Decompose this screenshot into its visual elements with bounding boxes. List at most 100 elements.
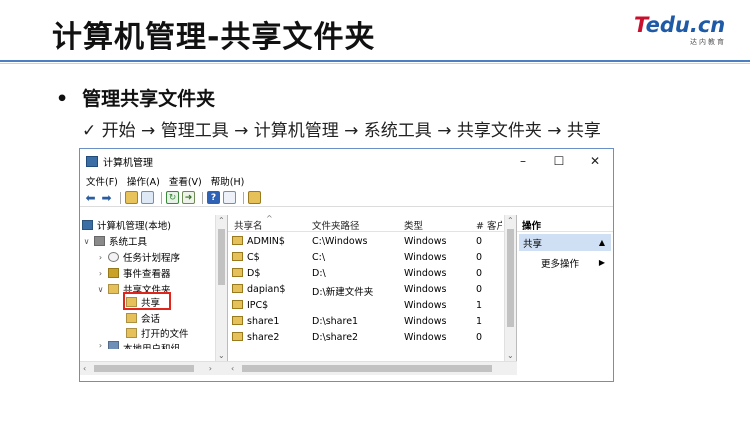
table-row[interactable]: D$ D:\ Windows 0 — [228, 266, 504, 282]
share-name: D$ — [247, 268, 261, 279]
column-clients[interactable]: # 客户 — [476, 218, 502, 232]
chevron-right-icon[interactable]: › — [96, 269, 105, 278]
list-vertical-scrollbar[interactable]: ⌃ ⌄ — [504, 215, 516, 361]
tree-label: 本地用户和组 — [123, 341, 180, 349]
scroll-down-icon[interactable]: ⌄ — [507, 351, 514, 360]
computer-management-icon — [86, 155, 98, 167]
list-header: 共享名 ^ 文件夹路径 类型 # 客户 — [228, 214, 504, 232]
chevron-right-icon[interactable]: › — [96, 341, 105, 349]
menu-file[interactable]: 文件(F) — [86, 174, 118, 188]
more-actions-label: 更多操作 — [541, 258, 580, 270]
share-name: C$ — [247, 252, 260, 263]
new-share-icon[interactable] — [248, 191, 261, 204]
column-folder-path[interactable]: 文件夹路径 — [312, 218, 360, 232]
menu-action[interactable]: 操作(A) — [127, 174, 160, 188]
share-path: D:\ — [312, 268, 326, 279]
tree-item-root[interactable]: 计算机管理(本地) — [82, 217, 171, 233]
window-titlebar: 计算机管理 – ☐ ✕ — [80, 149, 613, 173]
menu-help[interactable]: 帮助(H) — [211, 174, 245, 188]
tree-item-event-viewer[interactable]: › 事件查看器 — [96, 265, 171, 281]
bullet-dot-icon: • — [56, 88, 69, 110]
show-hide-tree-icon[interactable] — [141, 191, 154, 204]
shares-list: 共享名 ^ 文件夹路径 类型 # 客户 ADMIN$ C:\Windows Wi… — [228, 214, 517, 375]
maximize-button[interactable]: ☐ — [541, 154, 577, 168]
chevron-down-icon[interactable]: ∨ — [82, 237, 91, 246]
clock-icon — [108, 252, 119, 262]
tree-item-local-users[interactable]: › 本地用户和组 — [96, 341, 180, 349]
export-icon[interactable]: ➜ — [182, 191, 195, 204]
logo-text-blue: edu.cn — [645, 13, 726, 37]
share-clients: 1 — [476, 300, 483, 311]
collapse-up-icon[interactable]: ▲ — [599, 238, 605, 247]
scroll-left-icon[interactable]: ‹ — [231, 364, 234, 373]
actions-section-label: 共享 — [523, 238, 543, 250]
table-row[interactable]: share1 D:\share1 Windows 1 — [228, 314, 504, 330]
table-row[interactable]: dapian$ D:\新建文件夹 Windows 0 — [228, 282, 504, 298]
actions-section-shares[interactable]: 共享 ▲ — [519, 234, 611, 251]
title-divider — [0, 60, 750, 62]
share-name: dapian$ — [247, 284, 286, 295]
close-button[interactable]: ✕ — [577, 154, 613, 168]
scroll-up-icon[interactable]: ⌃ — [507, 216, 514, 225]
column-share-name[interactable]: 共享名 — [234, 218, 263, 232]
up-folder-icon[interactable] — [125, 191, 138, 204]
tree-item-task-scheduler[interactable]: › 任务计划程序 — [96, 249, 180, 265]
tedu-logo: Tedu.cn 达内教育 — [634, 14, 730, 50]
share-clients: 0 — [476, 268, 483, 279]
table-row[interactable]: ADMIN$ C:\Windows Windows 0 — [228, 234, 504, 250]
menu-view[interactable]: 查看(V) — [169, 174, 202, 188]
share-type: Windows — [404, 268, 447, 279]
tree-vertical-scrollbar[interactable]: ⌃ ⌄ — [215, 215, 227, 361]
list-horizontal-scrollbar[interactable]: ‹ — [228, 361, 517, 375]
help-icon[interactable]: ? — [207, 191, 220, 204]
tree-horizontal-scrollbar[interactable]: ‹ › — [80, 361, 228, 375]
refresh-icon[interactable]: ↻ — [166, 191, 179, 204]
slide-title: 计算机管理-共享文件夹 — [52, 20, 376, 55]
scroll-down-icon[interactable]: ⌄ — [218, 351, 225, 360]
table-row[interactable]: share2 D:\share2 Windows 0 — [228, 330, 504, 346]
scrollbar-thumb[interactable] — [242, 365, 492, 372]
tree-label: 计算机管理(本地) — [97, 221, 171, 232]
tree-item-open-files[interactable]: 打开的文件 — [126, 325, 189, 341]
share-icon — [232, 252, 243, 261]
scroll-left-icon[interactable]: ‹ — [83, 364, 86, 373]
scrollbar-thumb[interactable] — [218, 229, 225, 285]
forward-icon[interactable]: ➡ — [100, 191, 113, 205]
share-path: C:\ — [312, 252, 326, 263]
tree-label: 系统工具 — [109, 237, 148, 248]
share-type: Windows — [404, 300, 447, 311]
bullet-heading: • 管理共享文件夹 — [56, 84, 215, 111]
table-row[interactable]: C$ C:\ Windows 0 — [228, 250, 504, 266]
scroll-right-icon[interactable]: › — [209, 364, 212, 373]
column-type[interactable]: 类型 — [404, 218, 423, 232]
sort-ascending-icon: ^ — [266, 214, 273, 223]
submenu-arrow-icon: ▶ — [598, 258, 605, 267]
share-name: ADMIN$ — [247, 236, 285, 247]
toolbar-separator — [161, 191, 162, 204]
navigation-path: ✓ 开始 → 管理工具 → 计算机管理 → 系统工具 → 共享文件夹 → 共享 — [82, 121, 601, 141]
scrollbar-thumb[interactable] — [507, 229, 514, 327]
properties-icon[interactable] — [223, 191, 236, 204]
computer-icon — [82, 220, 93, 230]
more-actions-item[interactable]: 更多操作 ▶ — [517, 254, 613, 271]
console-tree: 计算机管理(本地) ∨ 系统工具 › 任务计划程序 › 事件查看器 ∨ 共享文件夹 共享… — [80, 215, 228, 375]
chevron-right-icon[interactable]: › — [96, 253, 105, 262]
actions-pane: 操作 共享 ▲ 更多操作 ▶ — [517, 215, 613, 375]
computer-management-window: 计算机管理 – ☐ ✕ 文件(F) 操作(A) 查看(V) 帮助(H) ⬅ ➡ … — [79, 148, 614, 382]
back-icon[interactable]: ⬅ — [84, 191, 97, 205]
share-icon — [232, 284, 243, 293]
scrollbar-thumb[interactable] — [94, 365, 194, 372]
tree-item-system-tools[interactable]: ∨ 系统工具 — [82, 233, 147, 249]
share-name: IPC$ — [247, 300, 269, 311]
minimize-button[interactable]: – — [505, 154, 541, 168]
tools-icon — [94, 236, 105, 246]
chevron-down-icon[interactable]: ∨ — [96, 285, 105, 294]
tree-label: 事件查看器 — [123, 269, 171, 280]
logo-text-red: T — [634, 13, 646, 37]
share-icon — [232, 268, 243, 277]
scroll-up-icon[interactable]: ⌃ — [218, 216, 225, 225]
share-type: Windows — [404, 236, 447, 247]
share-clients: 1 — [476, 316, 483, 327]
tree-item-sessions[interactable]: 会话 — [126, 310, 160, 326]
table-row[interactable]: IPC$ Windows 1 — [228, 298, 504, 314]
